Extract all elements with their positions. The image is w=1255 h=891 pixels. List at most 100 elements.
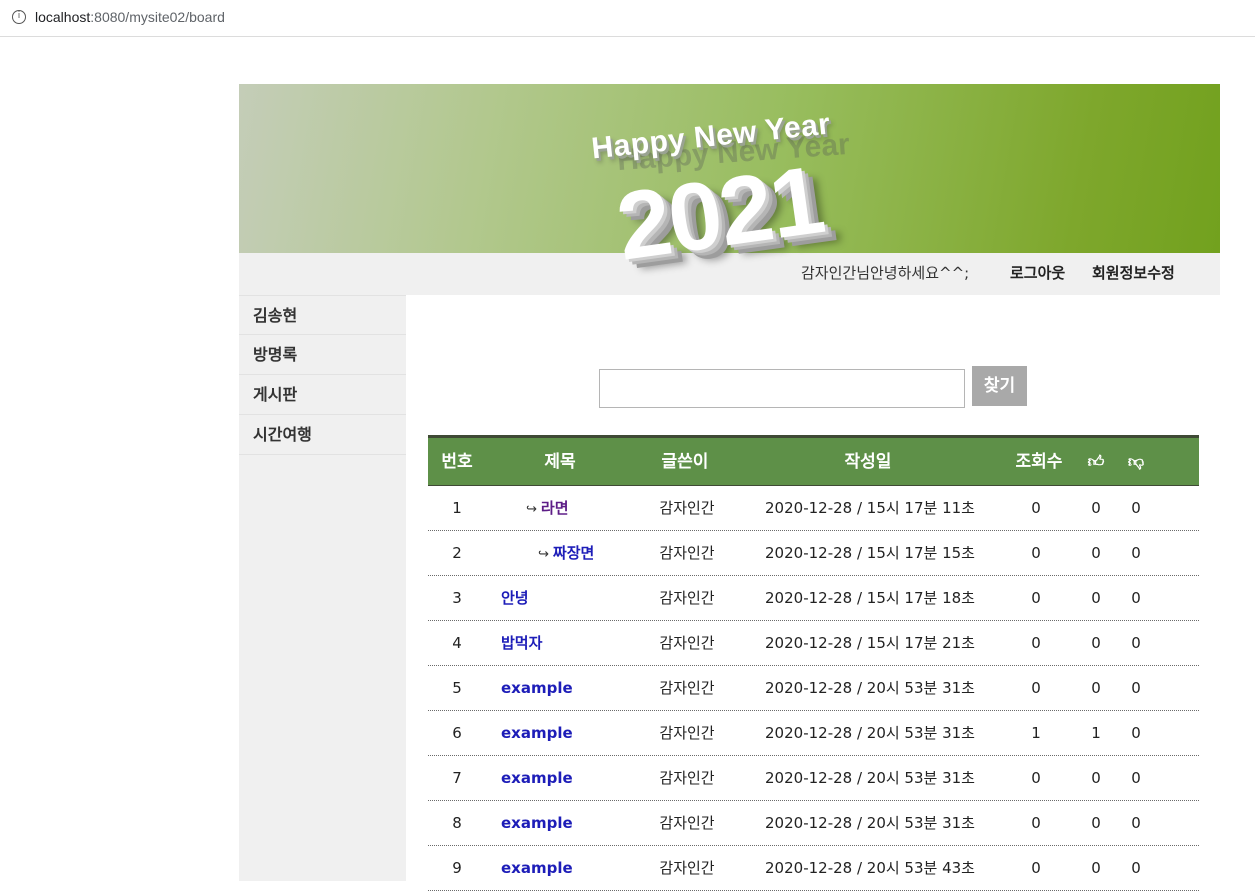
header-author: 글쓴이: [661, 452, 709, 472]
post-date: 2020-12-28 / 20시 53분 31초: [765, 769, 975, 787]
search-button[interactable]: 찾기: [972, 366, 1027, 406]
page-container: Happy New Year Happy New Year 2021 감자인간님…: [239, 84, 1220, 891]
sidebar-item-board[interactable]: 게시판: [239, 375, 406, 415]
sidebar-item-time-travel[interactable]: 시간여행: [239, 415, 406, 455]
post-title-link[interactable]: ↪ 짜장면: [538, 531, 594, 576]
post-date: 2020-12-28 / 20시 53분 31초: [765, 724, 975, 742]
post-title-link[interactable]: ↪ 라면: [526, 486, 569, 531]
header-likes: 👍︎: [1080, 438, 1112, 486]
row-number: 5: [452, 679, 462, 697]
logout-link[interactable]: 로그아웃: [1010, 262, 1065, 283]
header-dislikes: 👎︎: [1120, 438, 1152, 486]
board-header-row: 번호 제목 글쓴이 작성일 조회수 👍︎ 👎︎: [428, 435, 1199, 486]
url-host: localhost: [35, 9, 91, 25]
url-path: :8080/mysite02/board: [90, 9, 225, 25]
post-title-link[interactable]: example: [501, 756, 573, 801]
post-title-link[interactable]: example: [501, 846, 573, 891]
thumbs-up-icon: 👍︎: [1087, 452, 1105, 471]
header-date: 작성일: [844, 452, 892, 472]
table-row: 7 example 감자인간 2020-12-28 / 20시 53분 31초 0 0 0: [428, 756, 1199, 801]
post-likes: 0: [1091, 769, 1101, 787]
post-views: 0: [1031, 589, 1041, 607]
post-dislikes: 0: [1131, 859, 1141, 877]
post-views: 0: [1031, 859, 1041, 877]
table-row: 4 밥먹자 감자인간 2020-12-28 / 15시 17분 21초 0 0 0: [428, 621, 1199, 666]
table-row: 2 ↪ 짜장면 감자인간 2020-12-28 / 15시 17분 15초 0 0 0: [428, 531, 1199, 576]
reply-arrow-icon: ↪: [538, 547, 549, 562]
post-title-text: example: [501, 679, 573, 697]
post-title-text: example: [501, 724, 573, 742]
post-date: 2020-12-28 / 15시 17분 11초: [765, 499, 975, 517]
row-number: 3: [452, 589, 462, 607]
post-views: 0: [1031, 769, 1041, 787]
post-likes: 0: [1091, 859, 1101, 877]
header-banner: Happy New Year Happy New Year 2021: [239, 84, 1220, 281]
table-row: 1 ↪ 라면 감자인간 2020-12-28 / 15시 17분 11초 0 0 0: [428, 486, 1199, 531]
post-date: 2020-12-28 / 20시 53분 31초: [765, 814, 975, 832]
post-title-text: example: [501, 814, 573, 832]
post-date: 2020-12-28 / 20시 53분 43초: [765, 859, 975, 877]
board-table: 번호 제목 글쓴이 작성일 조회수 👍︎ 👎︎ 1 ↪ 라면 감자인간 2020-12-…: [428, 435, 1199, 891]
sidebar-item-guestbook[interactable]: 방명록: [239, 335, 406, 375]
post-dislikes: 0: [1131, 499, 1141, 517]
post-views: 1: [1031, 724, 1041, 742]
post-likes: 0: [1091, 499, 1101, 517]
header-views: 조회수: [1015, 452, 1063, 472]
post-title-text: 밥먹자: [501, 634, 543, 652]
post-author: 감자인간: [659, 499, 715, 517]
post-likes: 0: [1091, 634, 1101, 652]
post-views: 0: [1031, 814, 1041, 832]
post-author: 감자인간: [659, 634, 715, 652]
post-likes: 1: [1091, 724, 1101, 742]
table-row: 5 example 감자인간 2020-12-28 / 20시 53분 31초 0 0 0: [428, 666, 1199, 711]
post-views: 0: [1031, 499, 1041, 517]
post-author: 감자인간: [659, 859, 715, 877]
post-dislikes: 0: [1131, 544, 1141, 562]
post-likes: 0: [1091, 814, 1101, 832]
post-author: 감자인간: [659, 544, 715, 562]
post-views: 0: [1031, 679, 1041, 697]
post-dislikes: 0: [1131, 679, 1141, 697]
post-title-link[interactable]: 안녕: [501, 576, 529, 621]
row-number: 1: [452, 499, 462, 517]
table-row: 6 example 감자인간 2020-12-28 / 20시 53분 31초 1 1 0: [428, 711, 1199, 756]
post-title-link[interactable]: example: [501, 801, 573, 846]
post-dislikes: 0: [1131, 814, 1141, 832]
address-bar[interactable]: i localhost:8080/mysite02/board: [0, 0, 1255, 37]
post-dislikes: 0: [1131, 634, 1141, 652]
edit-profile-link[interactable]: 회원정보수정: [1092, 262, 1175, 283]
row-number: 8: [452, 814, 462, 832]
row-number: 6: [452, 724, 462, 742]
sidebar-item-home[interactable]: 김송현: [239, 295, 406, 335]
sidebar-nav: 김송현 방명록 게시판 시간여행: [239, 295, 406, 881]
info-icon[interactable]: i: [12, 10, 26, 24]
greeting-text: 감자인간님안녕하세요^^;: [801, 264, 970, 282]
url-text[interactable]: localhost:8080/mysite02/board: [35, 9, 225, 25]
post-dislikes: 0: [1131, 589, 1141, 607]
post-title-text: 짜장면: [552, 544, 595, 562]
post-date: 2020-12-28 / 15시 17분 21초: [765, 634, 975, 652]
post-likes: 0: [1091, 589, 1101, 607]
post-date: 2020-12-28 / 20시 53분 31초: [765, 679, 975, 697]
post-views: 0: [1031, 634, 1041, 652]
post-date: 2020-12-28 / 15시 17분 15초: [765, 544, 975, 562]
post-title-link[interactable]: 밥먹자: [501, 621, 542, 666]
post-likes: 0: [1091, 544, 1101, 562]
search-input[interactable]: [599, 369, 965, 408]
post-author: 감자인간: [659, 814, 715, 832]
row-number: 2: [452, 544, 462, 562]
post-author: 감자인간: [659, 589, 715, 607]
post-title-text: 라면: [540, 499, 569, 517]
thumbs-down-icon: 👎︎: [1127, 452, 1145, 471]
post-title-text: 안녕: [501, 589, 529, 607]
row-number: 7: [452, 769, 462, 787]
post-author: 감자인간: [659, 679, 715, 697]
row-number: 9: [452, 859, 462, 877]
post-title-link[interactable]: example: [501, 711, 573, 756]
row-number: 4: [452, 634, 462, 652]
post-title-link[interactable]: example: [501, 666, 573, 711]
reply-arrow-icon: ↪: [526, 502, 537, 517]
post-title-text: example: [501, 769, 573, 787]
post-views: 0: [1031, 544, 1041, 562]
post-dislikes: 0: [1131, 769, 1141, 787]
